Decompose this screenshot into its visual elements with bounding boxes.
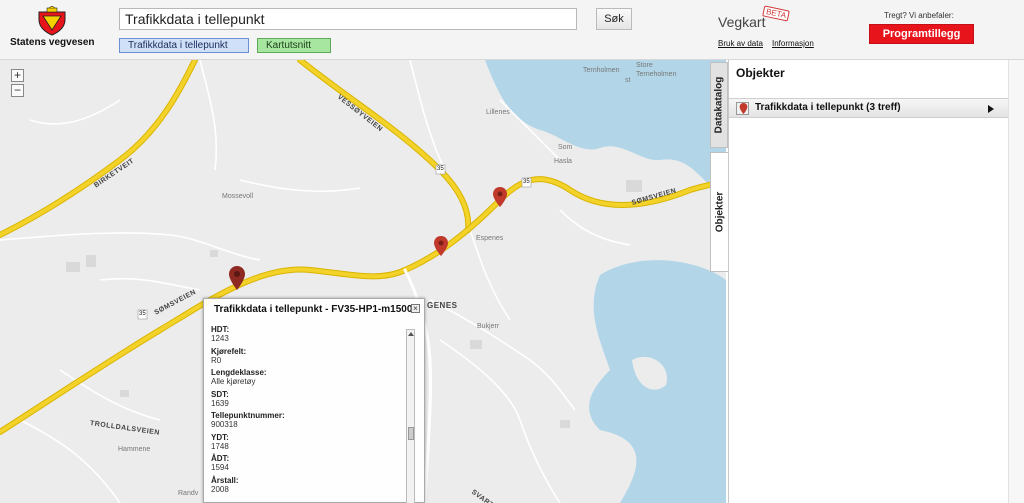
- popup-value: 2008: [211, 484, 229, 494]
- popup-row: YDT: 1748: [211, 433, 401, 455]
- info-popup: Trafikkdata i tellepunkt - FV35-HP1-m150…: [203, 298, 425, 503]
- popup-row: ÅDT: 1594: [211, 454, 401, 476]
- search-button[interactable]: Søk: [596, 8, 632, 30]
- link-informasjon[interactable]: Informasjon: [772, 39, 814, 48]
- zoom-in-button[interactable]: +: [11, 69, 24, 82]
- expand-arrow-icon[interactable]: [988, 105, 994, 113]
- place-label: Mossevoll: [222, 193, 254, 200]
- link-bruk-av-data[interactable]: Bruk av data: [718, 39, 763, 48]
- popup-label: HDT:: [211, 325, 230, 334]
- vegvesen-shield-icon: [38, 6, 66, 36]
- popup-value: R0: [211, 355, 222, 365]
- place-label: Som: [558, 144, 573, 151]
- popup-row: Kjørefelt: R0: [211, 347, 401, 369]
- popup-scrollbar[interactable]: [406, 329, 415, 503]
- place-label: st: [625, 77, 631, 84]
- tab-objekter[interactable]: Objekter: [710, 152, 728, 272]
- popup-label: Kjørefelt:: [211, 346, 247, 356]
- tab-objekter-label: Objekter: [714, 191, 725, 233]
- close-icon[interactable]: ×: [411, 304, 420, 313]
- map-pin-icon[interactable]: [229, 266, 245, 290]
- road-label: GENES: [427, 301, 458, 310]
- statens-vegvesen-logo[interactable]: Statens vegvesen: [10, 6, 95, 50]
- popup-title: Trafikkdata i tellepunkt - FV35-HP1-m150…: [214, 304, 413, 315]
- popup-label: Lengdeklasse:: [211, 368, 267, 377]
- map-pin-icon[interactable]: [434, 236, 448, 256]
- place-label: Lillenes: [486, 109, 510, 116]
- popup-label: Tellepunktnummer:: [211, 411, 285, 420]
- map-pin-icon: [736, 102, 749, 115]
- place-label: Bukjerr: [477, 323, 500, 330]
- programtillegg-button[interactable]: Programtillegg: [869, 24, 974, 44]
- popup-label: SDT:: [211, 389, 229, 399]
- road-number: 35: [139, 311, 146, 317]
- chip-kartutsnitt[interactable]: Kartutsnitt: [257, 38, 331, 53]
- road-number: 35: [437, 166, 444, 172]
- brand-name: Vegkart: [718, 14, 766, 30]
- side-tabs: Datakatalog Objekter: [710, 60, 728, 503]
- popup-row: HDT: 1243: [211, 325, 401, 347]
- place-label: Hasla: [554, 158, 572, 165]
- panel-title: Objekter: [736, 66, 785, 80]
- road-number: 35: [523, 179, 530, 185]
- search-input[interactable]: [119, 8, 577, 30]
- logo-text: Statens vegvesen: [10, 37, 95, 48]
- chip-trafikkdata[interactable]: Trafikkdata i tellepunkt: [119, 38, 249, 53]
- scroll-up-icon[interactable]: [408, 332, 414, 336]
- place-label: Randv: [178, 490, 199, 497]
- window-edge: [1008, 60, 1024, 503]
- map-canvas[interactable]: 35 35 35 Ternholmen Store Terneholmen st…: [0, 60, 726, 503]
- map-pin-icon[interactable]: [493, 187, 507, 207]
- slow-notice: Tregt? Vi anbefaler:: [884, 11, 954, 20]
- popup-row: SDT: 1639: [211, 390, 401, 412]
- place-label: Espenes: [476, 235, 504, 242]
- objects-panel: Objekter Trafikkdata i tellepunkt (3 tre…: [728, 60, 1009, 503]
- popup-label: Årstall:: [211, 475, 239, 485]
- popup-label: ÅDT:: [211, 454, 230, 463]
- result-row-label: Trafikkdata i tellepunkt (3 treff): [755, 102, 901, 113]
- place-label: Ternholmen: [583, 67, 620, 74]
- app-header: Statens vegvesen Søk Trafikkdata i telle…: [0, 0, 1024, 60]
- result-row[interactable]: Trafikkdata i tellepunkt (3 treff): [729, 98, 1009, 118]
- popup-row: Tellepunktnummer: 900318: [211, 411, 401, 433]
- popup-body: HDT: 1243 Kjørefelt: R0 Lengdeklasse: Al…: [211, 325, 401, 497]
- beta-badge: BETA: [762, 5, 791, 22]
- place-label: Hammene: [118, 446, 151, 453]
- popup-value: 1594: [211, 463, 229, 472]
- place-label: Terneholmen: [636, 71, 677, 78]
- popup-value: 1243: [211, 334, 229, 343]
- tab-datakatalog[interactable]: Datakatalog: [710, 62, 728, 148]
- vegkart-brand: Vegkart BETA: [718, 5, 808, 38]
- popup-row: Lengdeklasse: Alle kjøretøy: [211, 368, 401, 390]
- tab-datakatalog-label: Datakatalog: [713, 76, 725, 134]
- popup-value: 900318: [211, 420, 238, 429]
- popup-label: YDT:: [211, 432, 229, 442]
- place-label: Store: [636, 62, 653, 69]
- scroll-thumb[interactable]: [408, 427, 414, 440]
- popup-value: 1748: [211, 441, 229, 451]
- popup-value: 1639: [211, 398, 229, 408]
- popup-value: Alle kjøretøy: [211, 377, 256, 386]
- zoom-out-button[interactable]: −: [11, 84, 24, 97]
- popup-row: Årstall: 2008: [211, 476, 401, 498]
